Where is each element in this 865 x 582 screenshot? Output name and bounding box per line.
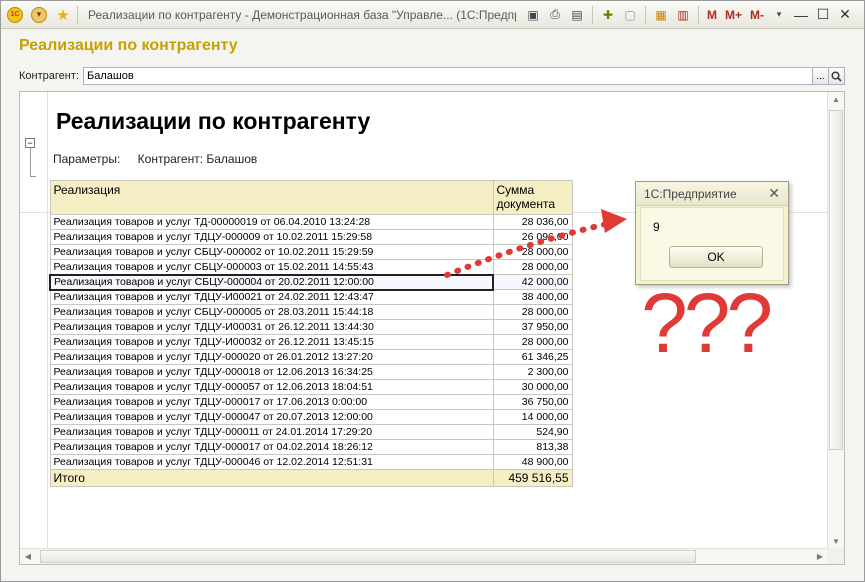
dialog-title: 1С:Предприятие: [644, 186, 737, 201]
dialog-title-bar: 1С:Предприятие ✕: [636, 182, 788, 206]
dialog-message: 9: [653, 220, 660, 234]
close-icon[interactable]: ✕: [768, 185, 780, 202]
question-marks-annotation: ???: [641, 276, 773, 370]
message-dialog: 1С:Предприятие ✕ 9 OK: [635, 181, 789, 285]
main-window: 1С ▾ ★ Реализации по контрагенту - Демон…: [0, 0, 865, 582]
dialog-body: 9 OK: [640, 207, 784, 281]
ok-button[interactable]: OK: [669, 246, 763, 268]
